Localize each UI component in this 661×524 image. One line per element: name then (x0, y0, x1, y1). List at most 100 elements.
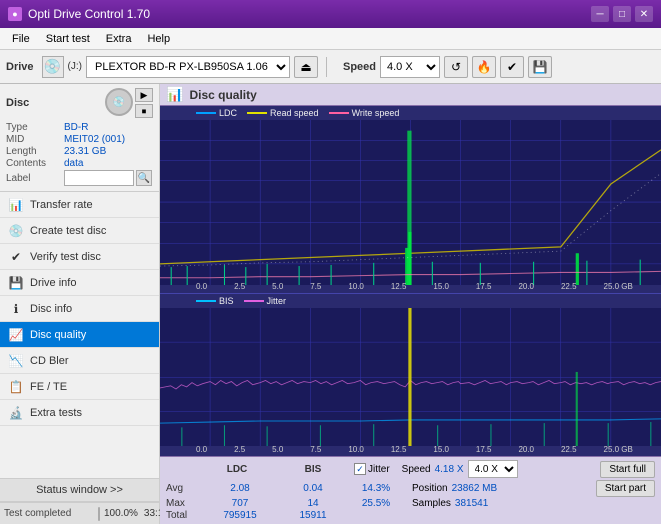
maximize-button[interactable]: □ (613, 6, 631, 22)
verify-test-disc-icon: ✔ (8, 249, 24, 265)
avg-bis-value: 0.04 (278, 483, 348, 494)
ldc-legend-item: LDC (196, 108, 237, 118)
save-button[interactable]: 💾 (528, 56, 552, 78)
disc-label-btn[interactable]: 🔍 (136, 170, 152, 186)
position-info: Position 23862 MB (412, 483, 497, 494)
menu-extra[interactable]: Extra (98, 31, 140, 47)
main-area: Disc 💿 ▶ ⏹ Type BD-R MID MEIT02 (001) (0, 84, 661, 524)
sidebar-item-transfer-rate[interactable]: 📊 Transfer rate (0, 192, 159, 218)
disc-section-label: Disc (6, 97, 29, 109)
menu-start-test[interactable]: Start test (38, 31, 98, 47)
disc-type-value: BD-R (64, 122, 88, 133)
app-title: Opti Drive Control 1.70 (28, 7, 150, 21)
disc-mid-row: MID MEIT02 (001) (6, 134, 153, 145)
refresh-button[interactable]: ↺ (444, 56, 468, 78)
minimize-button[interactable]: ─ (591, 6, 609, 22)
charts-area: 800 700 600 500 400 300 200 100 18X 16X … (160, 106, 661, 456)
ldc-legend-label: LDC (219, 108, 237, 118)
close-button[interactable]: ✕ (635, 6, 653, 22)
chart-header-icon: 📊 (166, 86, 183, 103)
extra-tests-icon: 🔬 (8, 405, 24, 421)
sidebar-item-label-create-test-disc: Create test disc (30, 225, 106, 237)
write-legend-label: Write speed (352, 108, 400, 118)
start-full-button[interactable]: Start full (600, 461, 655, 478)
total-label: Total (166, 510, 202, 521)
samples-label: Samples (412, 498, 451, 509)
stats-area: LDC BIS ✓ Jitter Speed 4.18 X 4.0 X Star… (160, 456, 661, 524)
speed-select[interactable]: 4.0 X (380, 56, 440, 78)
drive-label: Drive (6, 61, 34, 73)
sidebar-item-label-drive-info: Drive info (30, 277, 76, 289)
ldc-chart-section: 800 700 600 500 400 300 200 100 18X 16X … (160, 106, 661, 294)
sidebar-item-create-test-disc[interactable]: 💿 Create test disc (0, 218, 159, 244)
jitter-checkbox[interactable]: ✓ (354, 463, 366, 475)
jitter-legend-color (244, 300, 264, 302)
cd-bler-icon: 📉 (8, 353, 24, 369)
disc-visual: 💿 (105, 88, 133, 116)
verify-button[interactable]: ✔ (500, 56, 524, 78)
bis-legend-color (196, 300, 216, 302)
disc-length-label: Length (6, 146, 64, 157)
disc-btn1[interactable]: ▶ (135, 88, 153, 102)
chart-title: Disc quality (189, 88, 256, 102)
sidebar-item-verify-test-disc[interactable]: ✔ Verify test disc (0, 244, 159, 270)
sidebar: Disc 💿 ▶ ⏹ Type BD-R MID MEIT02 (001) (0, 84, 160, 524)
menu-bar: File Start test Extra Help (0, 28, 661, 50)
content-panel: 📊 Disc quality 800 700 600 500 400 300 2… (160, 84, 661, 524)
sidebar-item-drive-info[interactable]: 💾 Drive info (0, 270, 159, 296)
position-value: 23862 MB (452, 483, 498, 494)
stats-row2: Avg 2.08 0.04 14.3% Position 23862 MB St… (166, 480, 655, 497)
disc-header: Disc 💿 ▶ ⏹ (6, 88, 153, 118)
sidebar-item-extra-tests[interactable]: 🔬 Extra tests (0, 400, 159, 426)
burn-button[interactable]: 🔥 (472, 56, 496, 78)
jitter-legend-label: Jitter (267, 296, 287, 306)
app-icon: ● (8, 7, 22, 21)
jitter-label: Jitter (368, 464, 390, 475)
bis-chart-section: 20 15 10 5 40% 32% 24% 16% 8% (160, 294, 661, 456)
ldc-chart-svg (160, 120, 661, 285)
ldc-legend-color (196, 112, 216, 114)
stats-ldc-header: LDC (202, 464, 272, 475)
disc-label-input[interactable] (64, 170, 134, 186)
create-test-disc-icon: 💿 (8, 223, 24, 239)
eject-button[interactable]: ⏏ (294, 56, 318, 78)
status-window-button[interactable]: Status window >> (0, 478, 159, 502)
disc-panel: Disc 💿 ▶ ⏹ Type BD-R MID MEIT02 (001) (0, 84, 159, 192)
sidebar-item-label-disc-info: Disc info (30, 303, 72, 315)
bis-chart-legend: BIS Jitter (196, 296, 286, 306)
title-bar: ● Opti Drive Control 1.70 ─ □ ✕ (0, 0, 661, 28)
stats-row3: Max 707 14 25.5% Samples 381541 (166, 498, 655, 509)
progress-bar-area: Test completed 100.0% 33:14 (0, 502, 159, 524)
samples-value: 381541 (455, 498, 488, 509)
disc-length-row: Length 23.31 GB (6, 146, 153, 157)
disc-info-icon: ℹ (8, 301, 24, 317)
read-legend-label: Read speed (270, 108, 319, 118)
sidebar-item-label-cd-bler: CD Bler (30, 355, 69, 367)
sidebar-item-cd-bler[interactable]: 📉 CD Bler (0, 348, 159, 374)
read-legend-item: Read speed (247, 108, 319, 118)
chart-header: 📊 Disc quality (160, 84, 661, 106)
sidebar-item-disc-info[interactable]: ℹ Disc info (0, 296, 159, 322)
sidebar-item-label-verify-test-disc: Verify test disc (30, 251, 101, 263)
menu-help[interactable]: Help (139, 31, 178, 47)
drive-icon: 💿 (42, 56, 64, 78)
bis-x-axis: 0.0 2.5 5.0 7.5 10.0 12.5 15.0 17.5 20.0… (196, 445, 633, 454)
max-ldc-value: 707 (205, 498, 275, 509)
speed-select-stats[interactable]: 4.0 X (468, 460, 518, 478)
disc-length-value: 23.31 GB (64, 146, 106, 157)
disc-contents-value: data (64, 158, 83, 169)
disc-btn2[interactable]: ⏹ (135, 104, 153, 118)
start-part-button[interactable]: Start part (596, 480, 655, 497)
jitter-checkbox-area: ✓ Jitter (354, 463, 390, 475)
ldc-x-axis: 0.0 2.5 5.0 7.5 10.0 12.5 15.0 17.5 20.0… (196, 282, 633, 291)
sidebar-item-fe-te[interactable]: 📋 FE / TE (0, 374, 159, 400)
speed-label: Speed (343, 61, 376, 73)
window-controls: ─ □ ✕ (591, 6, 653, 22)
samples-info: Samples 381541 (412, 498, 488, 509)
sidebar-item-disc-quality[interactable]: 📈 Disc quality (0, 322, 159, 348)
speed-label-stats: Speed (402, 464, 431, 475)
drive-select[interactable]: PLEXTOR BD-R PX-LB950SA 1.06 (86, 56, 290, 78)
status-text: Test completed (4, 508, 94, 519)
sidebar-spacer (0, 426, 159, 478)
menu-file[interactable]: File (4, 31, 38, 47)
